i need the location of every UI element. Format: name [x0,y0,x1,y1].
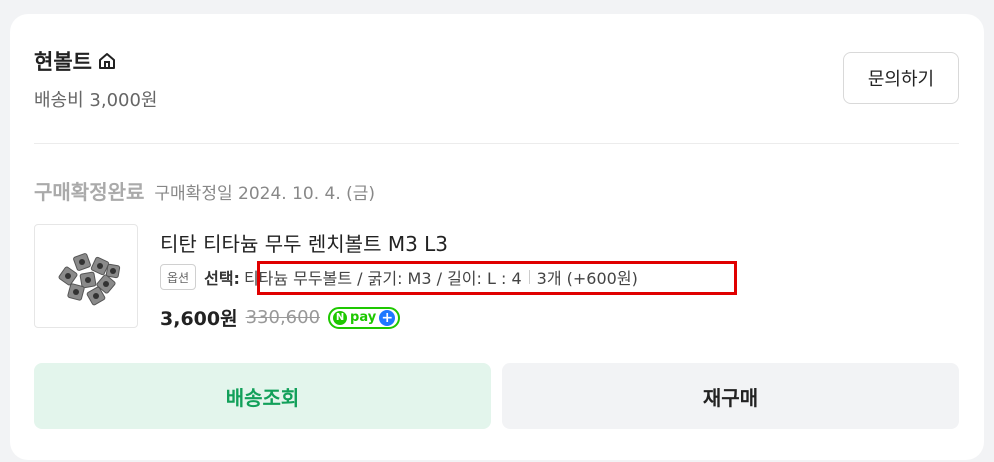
option-value: 티타늄 무두볼트 / 굵기: M3 / 길이: L : 4 [243,269,522,288]
npay-n-icon: N [333,310,348,325]
price: 3,600원 [160,308,238,330]
original-price: 330,600 [245,307,321,328]
order-status: 구매확정완료 [34,180,145,204]
option-select-label: 선택: [204,269,240,288]
confirm-date: 구매확정일 2024. 10. 4. (금) [154,184,376,204]
price-row: 3,600원 330,600 N pay + [160,304,401,331]
product-thumbnail[interactable] [34,224,138,328]
option-separator [528,270,530,284]
option-row: 옵션 선택: 티타늄 무두볼트 / 굵기: M3 / 길이: L : 4 3개 … [160,264,638,290]
rebuy-button[interactable]: 재구매 [502,363,959,429]
order-status-row: 구매확정완료 구매확정일 2024. 10. 4. (금) [34,176,375,205]
option-badge: 옵션 [160,264,197,290]
divider [34,143,959,144]
seller-name[interactable]: 현볼트 [34,46,92,76]
product-image [58,253,121,306]
plus-icon: + [379,309,396,326]
inquiry-button[interactable]: 문의하기 [843,52,959,104]
seller-name-row[interactable]: 현볼트 [34,46,118,76]
shipping-fee: 배송비 3,000원 [34,90,158,111]
product-title[interactable]: 티탄 티타늄 무두 렌치볼트 M3 L3 [160,228,448,257]
option-quantity: 3개 (+600원) [536,269,638,288]
order-card: 현볼트 배송비 3,000원 문의하기 구매확정완료 구매확정일 2024. 1… [10,14,984,460]
home-icon[interactable] [96,50,118,72]
npay-plus-badge: N pay + [328,306,401,329]
npay-label: pay [350,310,377,325]
track-shipment-button[interactable]: 배송조회 [34,363,491,429]
